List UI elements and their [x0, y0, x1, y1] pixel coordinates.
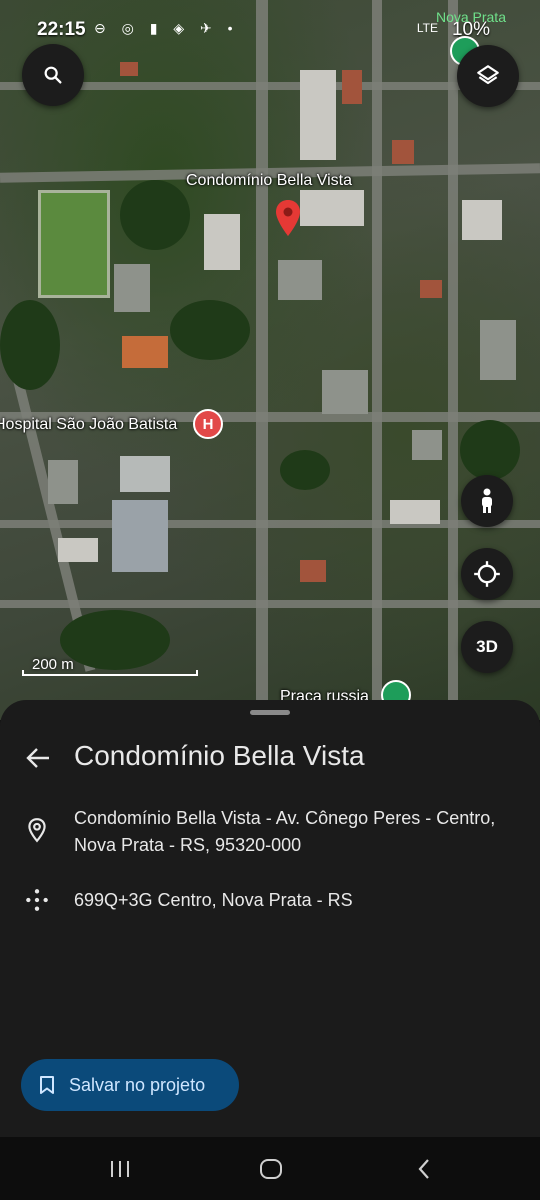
search-icon	[44, 66, 62, 84]
map-street	[448, 0, 458, 720]
map-building	[300, 560, 326, 582]
map-building	[120, 62, 138, 76]
map-building	[342, 70, 362, 104]
address-text: Condomínio Bella Vista - Av. Cônego Pere…	[74, 808, 496, 855]
satellite-map[interactable]: 22:15 ⊖ ◎ ▮ ◈ ✈ • LTE 10% Nova Prata Con…	[0, 0, 540, 720]
map-trees	[120, 180, 190, 250]
soccer-field	[38, 190, 110, 298]
map-building	[278, 260, 322, 300]
selected-place-label: Condomínio Bella Vista	[186, 172, 353, 189]
map-street	[0, 600, 540, 608]
map-building	[322, 370, 368, 414]
map-building	[412, 430, 442, 460]
hospital-marker-icon[interactable]: H	[193, 409, 223, 439]
status-time: 22:15	[37, 19, 86, 40]
pegman-icon	[482, 488, 492, 513]
hospital-label: Hospital São João Batista	[0, 416, 178, 433]
map-building	[390, 500, 440, 524]
home-button[interactable]	[257, 1157, 285, 1181]
system-navigation-bar	[0, 1137, 540, 1200]
map-building	[112, 500, 168, 572]
layers-icon	[477, 65, 499, 85]
chevron-left-icon	[418, 1159, 429, 1179]
back-button[interactable]	[22, 742, 54, 774]
map-trees	[0, 300, 60, 390]
notification-icons: ⊖ ◎ ▮ ◈ ✈ •	[94, 20, 239, 36]
bookmark-icon	[40, 1076, 54, 1094]
map-trees	[170, 300, 250, 360]
map-building	[58, 538, 98, 562]
map-building	[420, 280, 442, 298]
map-building	[300, 70, 336, 160]
corner-place-label: Nova Prata	[435, 9, 506, 25]
map-street	[256, 0, 268, 720]
map-scale: 200 m	[22, 656, 198, 676]
scale-bar	[22, 670, 198, 676]
map-building	[462, 200, 502, 240]
map-building	[300, 190, 364, 226]
place-title: Condomínio Bella Vista	[74, 740, 365, 771]
plus-code-icon	[26, 889, 48, 911]
recent-apps-icon	[111, 1161, 129, 1177]
recent-apps-button[interactable]	[106, 1157, 134, 1181]
map-building	[204, 214, 240, 270]
map-building	[392, 140, 414, 164]
save-to-project-button[interactable]: Salvar no projeto	[21, 1059, 239, 1111]
my-location-icon	[474, 561, 500, 587]
map-building	[48, 460, 78, 504]
3d-toggle-button[interactable]: 3D	[461, 621, 513, 673]
sheet-drag-handle[interactable]	[250, 710, 290, 715]
selected-place-pin-icon[interactable]	[276, 200, 300, 241]
network-type: LTE	[416, 21, 438, 35]
back-nav-button[interactable]	[410, 1157, 438, 1181]
map-building	[120, 456, 170, 492]
location-pin-icon	[28, 818, 46, 843]
map-street	[0, 520, 540, 528]
map-street	[372, 0, 382, 720]
my-location-button[interactable]	[461, 548, 513, 600]
map-building	[480, 320, 516, 380]
arrow-left-icon	[26, 748, 49, 768]
search-button[interactable]	[22, 44, 84, 106]
save-button-label: Salvar no projeto	[69, 1074, 206, 1095]
tennis-court	[122, 336, 168, 368]
layers-button[interactable]	[457, 45, 519, 107]
map-trees	[280, 450, 330, 490]
place-details-sheet: Condomínio Bella Vista Condomínio Bella …	[0, 700, 540, 1137]
map-building	[114, 264, 150, 312]
plus-code-text: 699Q+3G Centro, Nova Prata - RS	[74, 890, 353, 910]
map-trees	[460, 420, 520, 480]
street-view-button[interactable]	[461, 475, 513, 527]
home-icon	[260, 1159, 282, 1179]
